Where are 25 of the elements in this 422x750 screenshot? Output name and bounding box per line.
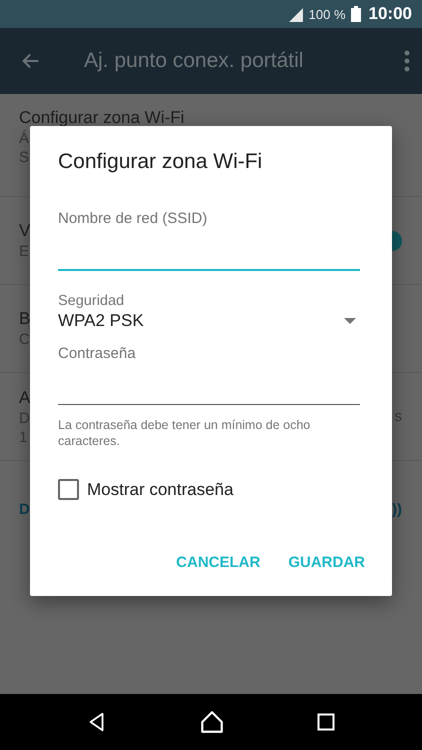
- field-label: Seguridad: [58, 293, 126, 309]
- setting-title: V: [19, 221, 30, 241]
- dialog-button[interactable]: GUARDAR: [288, 550, 365, 575]
- helper-text: La contraseña debe tener un mínimo de ocho caracteres.: [58, 417, 312, 449]
- dialog-button[interactable]: CANCELAR: [176, 550, 260, 575]
- setting-title: A: [19, 388, 30, 408]
- show-password-checkbox[interactable]: Mostrar contraseña: [58, 479, 234, 500]
- home-icon[interactable]: [198, 709, 225, 735]
- clock-time: 10:00: [368, 4, 412, 24]
- battery-icon: [350, 6, 361, 22]
- input-field[interactable]: Nombre de red (SSID): [58, 210, 360, 271]
- dropdown-caret-icon: [344, 318, 356, 324]
- more-icon: [404, 50, 410, 72]
- link-text[interactable]: )): [392, 501, 402, 518]
- screen-title: Aj. punto conex. portátil: [83, 49, 304, 73]
- signal-icon: [286, 6, 304, 22]
- battery-percentage: 100 %: [308, 6, 346, 22]
- setting-title: Configurar zona Wi-Fi: [19, 108, 184, 128]
- setting-title: B: [19, 309, 30, 329]
- recent-apps-icon[interactable]: [316, 712, 336, 732]
- security-dropdown[interactable]: WPA2 PSK: [58, 309, 360, 331]
- password-field[interactable]: Contraseña: [58, 345, 360, 405]
- dialog-title: Configurar zona Wi-Fi: [58, 150, 264, 174]
- link-text[interactable]: D: [19, 501, 30, 518]
- more-options-button[interactable]: [404, 50, 410, 72]
